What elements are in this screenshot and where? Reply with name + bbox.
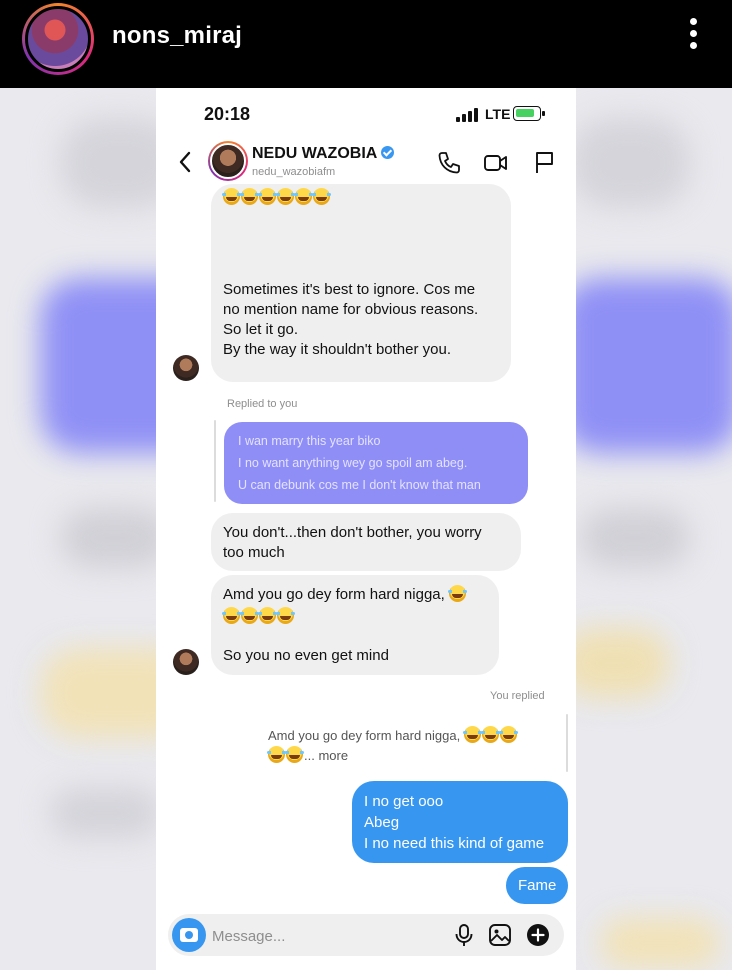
quoted-line: I wan marry this year biko (238, 434, 381, 448)
story-username[interactable]: nons_miraj (112, 22, 242, 50)
quoted-line: I no want anything wey go spoil am abeg. (238, 456, 468, 470)
message-line: Abeg (364, 814, 400, 831)
quote-bar (566, 714, 568, 772)
phone-icon[interactable] (436, 150, 462, 176)
network-label: LTE (485, 106, 511, 122)
laughing-emoji-icon (222, 607, 241, 624)
own-quoted-message[interactable]: Amd you go dey form hard nigga, ... more (258, 718, 548, 770)
verified-badge-icon (381, 146, 395, 159)
you-replied-label: You replied (490, 690, 545, 702)
message-line: too much (223, 544, 285, 561)
laughing-emoji-icon (480, 726, 500, 743)
chat-avatar[interactable] (208, 141, 248, 181)
status-bar: 20:18 LTE (156, 88, 576, 136)
dm-screenshot: 20:18 LTE NEDU WAZOBIA nedu_wazobiafm So… (156, 88, 576, 970)
message-line: So let it go. (223, 321, 299, 338)
flag-icon[interactable] (532, 150, 558, 176)
message-outgoing[interactable]: Fame (506, 867, 568, 904)
more-options-icon[interactable] (688, 18, 698, 54)
message-line: I no need this kind of game (364, 835, 545, 852)
laughing-emoji-icon (258, 188, 277, 205)
message-line: Amd you go dey form hard nigga, (223, 586, 445, 603)
quoted-line: Amd you go dey form hard nigga, (268, 728, 461, 743)
laughing-emoji-icon (462, 726, 482, 743)
back-icon[interactable] (176, 150, 196, 174)
emoji-row (222, 188, 331, 208)
signal-icon (456, 108, 480, 122)
message-incoming[interactable]: Sometimes it's best to ignore. Cos me no… (211, 184, 511, 382)
emoji-row (222, 607, 487, 627)
add-circle-icon[interactable] (526, 923, 550, 947)
quoted-line: U can debunk cos me I don't know that ma… (238, 478, 481, 492)
laughing-emoji-icon (447, 585, 467, 602)
message-line: Sometimes it's best to ignore. Cos me (223, 281, 476, 298)
message-line: You don't...then don't bother, you worry (223, 524, 482, 541)
story-header: nons_miraj (0, 0, 732, 88)
chat-header: NEDU WAZOBIA nedu_wazobiafm (156, 136, 576, 190)
message-outgoing[interactable]: I no get ooo Abeg I no need this kind of… (352, 781, 568, 863)
message-line: By the way it shouldn't bother you. (223, 341, 451, 358)
laughing-emoji-icon (258, 607, 277, 624)
message-incoming[interactable]: Amd you go dey form hard nigga, So you n… (211, 575, 499, 675)
battery-icon (513, 106, 545, 121)
laughing-emoji-icon (312, 188, 331, 205)
more-link[interactable]: ... more (304, 748, 348, 763)
message-line: I no get ooo (364, 793, 444, 810)
replied-to-you-label: Replied to you (227, 398, 298, 410)
message-line: Fame (518, 877, 557, 894)
message-composer (168, 914, 564, 956)
laughing-emoji-icon (240, 607, 259, 624)
laughing-emoji-icon (498, 726, 518, 743)
gallery-icon[interactable] (488, 923, 512, 947)
chat-title[interactable]: NEDU WAZOBIA (252, 145, 395, 163)
quote-bar (214, 420, 216, 502)
message-input[interactable] (212, 926, 442, 946)
video-icon[interactable] (483, 150, 509, 176)
status-time: 20:18 (204, 104, 251, 124)
camera-icon[interactable] (172, 918, 206, 952)
message-incoming[interactable]: You don't...then don't bother, you worry… (211, 513, 521, 571)
laughing-emoji-icon (276, 188, 295, 205)
message-line: So you no even get mind (223, 647, 389, 664)
chat-name: NEDU WAZOBIA (252, 145, 378, 162)
laughing-emoji-icon (240, 188, 259, 205)
laughing-emoji-icon (222, 188, 241, 205)
laughing-emoji-icon (276, 607, 295, 624)
sender-avatar[interactable] (173, 649, 199, 675)
microphone-icon[interactable] (452, 923, 476, 947)
quoted-message[interactable]: I wan marry this year biko I no want any… (224, 422, 528, 504)
laughing-emoji-icon (294, 188, 313, 205)
laughing-emoji-icon (267, 746, 286, 763)
sender-avatar[interactable] (173, 355, 199, 381)
chat-handle: nedu_wazobiafm (252, 166, 336, 178)
laughing-emoji-icon (285, 746, 304, 763)
message-line: no mention name for obvious reasons. (223, 301, 479, 318)
story-avatar[interactable] (22, 3, 94, 75)
